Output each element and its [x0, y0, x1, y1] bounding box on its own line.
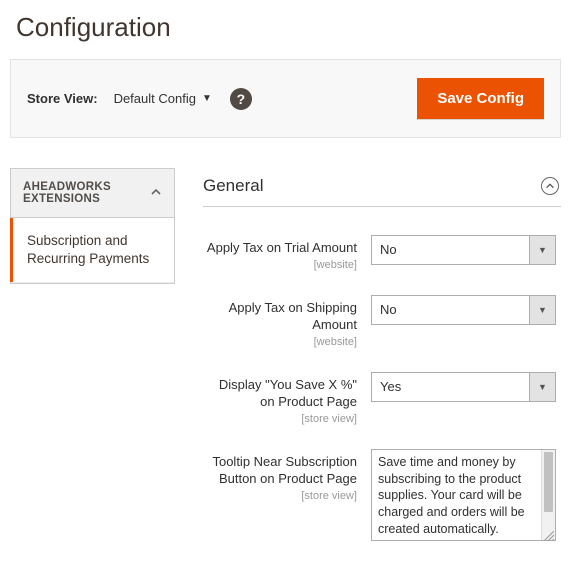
chevron-up-icon: [150, 185, 162, 201]
textarea-value: Save time and money by subscribing to th…: [372, 450, 541, 540]
resize-handle-icon[interactable]: [544, 529, 554, 539]
field-scope: [store view]: [203, 413, 357, 425]
sidebar: AHEADWORKS EXTENSIONS Subscription and R…: [10, 168, 175, 541]
select-value: No: [372, 296, 529, 324]
main-panel: General Apply Tax on Trial Amount [websi…: [175, 168, 561, 541]
field-apply-tax-trial: Apply Tax on Trial Amount [website] No ▼: [203, 235, 561, 271]
field-scope: [website]: [203, 336, 357, 348]
field-tooltip-subscription: Tooltip Near Subscription Button on Prod…: [203, 449, 561, 541]
select-apply-tax-shipping[interactable]: No ▼: [371, 295, 556, 325]
store-view-select[interactable]: Default Config ▼: [114, 91, 212, 106]
field-apply-tax-shipping: Apply Tax on Shipping Amount [website] N…: [203, 295, 561, 348]
field-label: Apply Tax on Trial Amount: [203, 239, 357, 257]
help-icon[interactable]: ?: [230, 88, 252, 110]
page-title: Configuration: [0, 0, 571, 59]
textarea-tooltip-subscription[interactable]: Save time and money by subscribing to th…: [371, 449, 556, 541]
sidebar-item-label: Subscription and Recurring Payments: [27, 233, 149, 266]
collapse-icon: [541, 177, 559, 195]
scrollbar[interactable]: [541, 450, 555, 540]
field-scope: [store view]: [203, 490, 357, 502]
caret-down-icon: ▼: [529, 296, 555, 324]
sidebar-item-subscription-recurring-payments[interactable]: Subscription and Recurring Payments: [11, 218, 174, 283]
sidebar-group-label: AHEADWORKS EXTENSIONS: [23, 181, 150, 205]
toolbar: Store View: Default Config ▼ ? Save Conf…: [10, 59, 561, 138]
select-value: No: [372, 236, 529, 264]
scrollbar-thumb[interactable]: [544, 452, 553, 512]
field-display-save-percent: Display "You Save X %" on Product Page […: [203, 372, 561, 425]
field-label: Tooltip Near Subscription Button on Prod…: [203, 453, 357, 488]
section-header-general[interactable]: General: [203, 168, 561, 207]
store-view-value: Default Config: [114, 91, 196, 106]
select-display-save-percent[interactable]: Yes ▼: [371, 372, 556, 402]
store-view-label: Store View:: [27, 91, 98, 106]
section-title: General: [203, 176, 263, 196]
caret-down-icon: ▼: [202, 93, 212, 104]
caret-down-icon: ▼: [529, 236, 555, 264]
select-value: Yes: [372, 373, 529, 401]
select-apply-tax-trial[interactable]: No ▼: [371, 235, 556, 265]
save-config-button[interactable]: Save Config: [417, 78, 544, 119]
field-label: Apply Tax on Shipping Amount: [203, 299, 357, 334]
caret-down-icon: ▼: [529, 373, 555, 401]
sidebar-group-header[interactable]: AHEADWORKS EXTENSIONS: [10, 168, 175, 218]
field-scope: [website]: [203, 259, 357, 271]
field-label: Display "You Save X %" on Product Page: [203, 376, 357, 411]
